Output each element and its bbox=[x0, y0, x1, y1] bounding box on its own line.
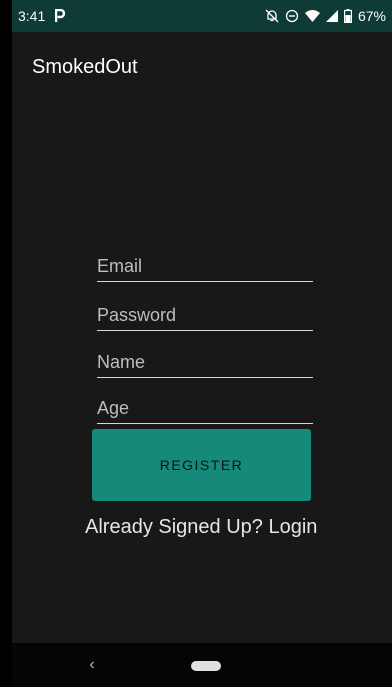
wifi-icon bbox=[304, 9, 320, 23]
app-bar: SmokedOut bbox=[12, 32, 392, 102]
battery-icon bbox=[343, 9, 352, 23]
parking-p-icon bbox=[55, 9, 66, 23]
app-title: SmokedOut bbox=[32, 56, 138, 78]
signal-icon bbox=[325, 10, 338, 22]
register-button[interactable]: REGISTER bbox=[92, 429, 311, 501]
back-icon[interactable]: ‹ bbox=[84, 655, 100, 675]
password-field[interactable] bbox=[97, 305, 313, 331]
login-link[interactable]: Already Signed Up? Login bbox=[85, 516, 345, 539]
email-field-wrapper bbox=[97, 256, 313, 282]
notifications-off-icon bbox=[265, 9, 279, 23]
password-field-wrapper bbox=[97, 305, 313, 331]
status-bar: 3:41 67% bbox=[12, 0, 392, 32]
app-screen bbox=[12, 0, 392, 687]
age-field[interactable] bbox=[97, 398, 313, 424]
name-field[interactable] bbox=[97, 352, 313, 378]
name-field-wrapper bbox=[97, 352, 313, 378]
do-not-disturb-icon bbox=[285, 9, 299, 23]
status-time: 3:41 bbox=[18, 8, 46, 24]
battery-percent: 67% bbox=[357, 8, 386, 24]
navigation-bar: ‹ bbox=[12, 643, 392, 687]
email-field[interactable] bbox=[97, 256, 313, 282]
home-pill-icon[interactable] bbox=[191, 661, 221, 671]
age-field-wrapper bbox=[97, 398, 313, 424]
